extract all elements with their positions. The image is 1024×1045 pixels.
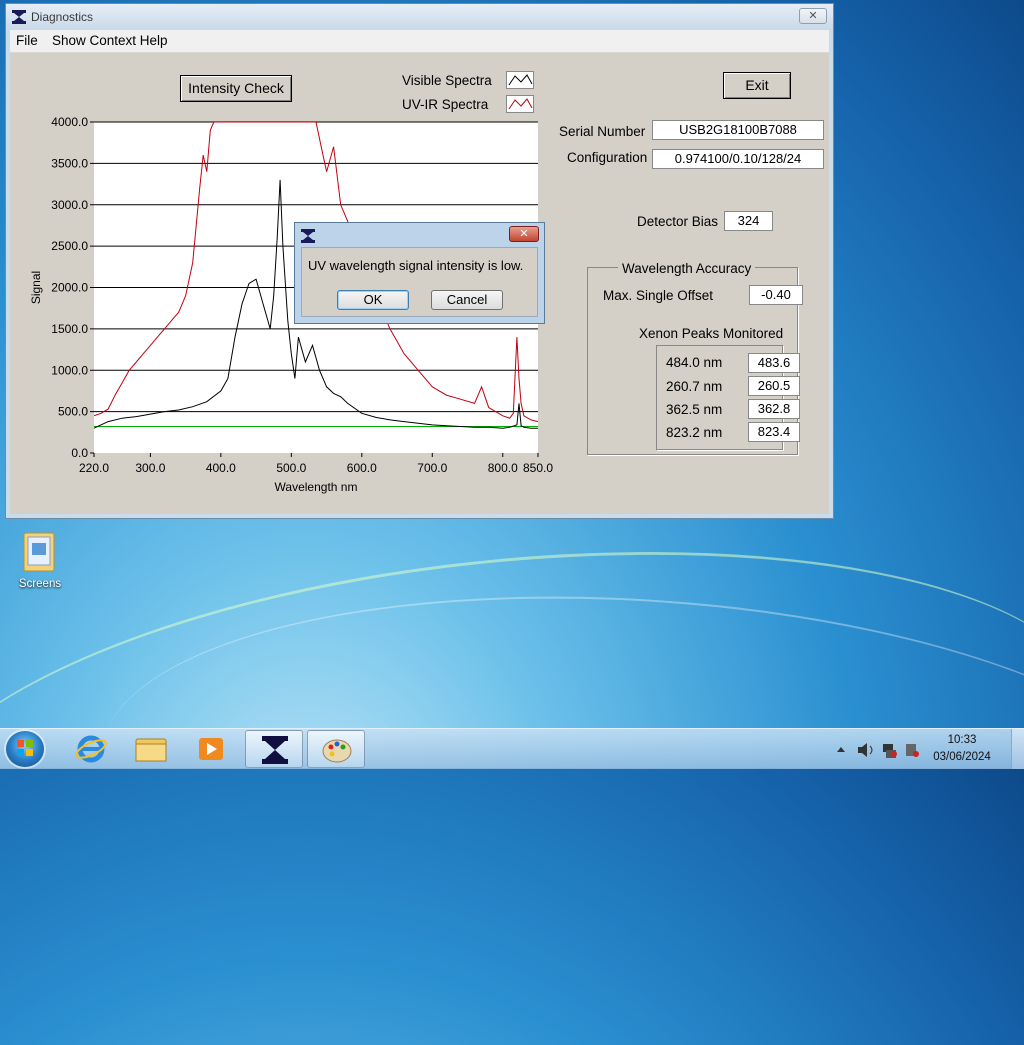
- window-title: Diagnostics: [31, 10, 94, 24]
- internet-explorer-icon: [75, 735, 107, 763]
- wavelength-accuracy-title: Wavelength Accuracy: [618, 261, 756, 276]
- legend-visible-label: Visible Spectra: [402, 73, 492, 88]
- menu-show-context-help[interactable]: Show Context Help: [52, 33, 168, 48]
- x-tick-label: 850.0: [523, 461, 553, 475]
- x-tick-label: 800.0: [488, 461, 518, 475]
- x-tick-label: 400.0: [206, 461, 236, 475]
- peak-nominal-3: 362.5 nm: [666, 402, 723, 417]
- file-explorer-icon: [135, 738, 167, 762]
- dialog-hourglass-icon: [301, 229, 315, 243]
- y-tick-label: 500.0: [58, 405, 88, 419]
- desktop-icon-label: Screens: [18, 578, 62, 590]
- show-desktop-button[interactable]: [1011, 729, 1024, 769]
- max-single-offset-field[interactable]: -0.40: [749, 285, 803, 305]
- paint-palette-icon: [322, 739, 352, 763]
- peak-measured-3[interactable]: 362.8: [748, 399, 800, 419]
- menu-bar: File Show Context Help: [10, 30, 829, 53]
- peak-nominal-4: 823.2 nm: [666, 425, 723, 440]
- peak-nominal-1: 484.0 nm: [666, 355, 723, 370]
- max-single-offset-label: Max. Single Offset: [603, 288, 714, 303]
- legend-visible-swatch: [506, 71, 534, 89]
- peak-measured-2[interactable]: 260.5: [748, 376, 800, 396]
- xenon-peaks-label: Xenon Peaks Monitored: [639, 326, 784, 341]
- legend-uvir-swatch: [506, 95, 534, 113]
- y-tick-label: 2000.0: [51, 281, 88, 295]
- taskbar: 10:33 03/06/2024: [0, 728, 1024, 769]
- taskbar-explorer-button[interactable]: [122, 730, 180, 768]
- peak-measured-4[interactable]: 823.4: [748, 422, 800, 442]
- dialog-cancel-button[interactable]: Cancel: [431, 290, 503, 310]
- intensity-check-button[interactable]: Intensity Check: [180, 75, 292, 102]
- x-tick-label: 220.0: [79, 461, 109, 475]
- x-tick-label: 300.0: [135, 461, 165, 475]
- y-tick-label: 3000.0: [51, 198, 88, 212]
- legend-uvir-label: UV-IR Spectra: [402, 97, 489, 112]
- y-tick-label: 0.0: [71, 446, 88, 460]
- x-tick-label: 600.0: [347, 461, 377, 475]
- start-button[interactable]: [6, 731, 44, 767]
- taskbar-diagnostics-button[interactable]: [245, 730, 303, 768]
- y-tick-label: 1000.0: [51, 363, 88, 377]
- y-tick-label: 4000.0: [51, 115, 88, 129]
- desktop-icon-screens[interactable]: Screens: [14, 527, 66, 590]
- x-tick-label: 700.0: [417, 461, 447, 475]
- media-player-icon: [199, 738, 223, 760]
- folder-icon: [23, 532, 55, 572]
- window-close-button[interactable]: ✕: [799, 8, 827, 24]
- system-tray-icons: [837, 743, 919, 758]
- y-tick-label: 1500.0: [51, 322, 88, 336]
- app-hourglass-icon: [12, 10, 26, 24]
- y-axis-label: Signal: [29, 271, 43, 304]
- peak-nominal-2: 260.7 nm: [666, 379, 723, 394]
- taskbar-media-player-button[interactable]: [182, 730, 240, 768]
- taskbar-paint-button[interactable]: [307, 730, 365, 768]
- intensity-warning-dialog: ✕ UV wavelength signal intensity is low.…: [294, 222, 545, 324]
- dialog-ok-button[interactable]: OK: [337, 290, 409, 310]
- exit-button[interactable]: Exit: [723, 72, 791, 99]
- configuration-label: Configuration: [567, 150, 648, 165]
- y-tick-label: 2500.0: [51, 239, 88, 253]
- peak-measured-1[interactable]: 483.6: [748, 353, 800, 373]
- configuration-field[interactable]: 0.974100/0.10/128/24: [652, 149, 824, 169]
- app-hourglass-icon: [262, 736, 288, 764]
- title-bar[interactable]: Diagnostics ✕: [6, 4, 833, 30]
- y-tick-label: 3500.0: [51, 156, 88, 170]
- taskbar-ie-button[interactable]: [62, 730, 120, 768]
- dialog-message: UV wavelength signal intensity is low.: [308, 258, 524, 273]
- x-axis-label: Wavelength nm: [275, 480, 358, 494]
- detector-bias-label: Detector Bias: [637, 214, 719, 229]
- serial-number-field[interactable]: USB2G18100B7088: [652, 120, 824, 140]
- clock-time[interactable]: 10:33: [927, 734, 997, 746]
- menu-file[interactable]: File: [16, 33, 38, 48]
- windows-logo-icon: [17, 740, 33, 756]
- dialog-body: UV wavelength signal intensity is low. O…: [301, 247, 538, 317]
- dialog-close-button[interactable]: ✕: [509, 226, 539, 242]
- clock-date[interactable]: 03/06/2024: [927, 751, 997, 763]
- x-tick-label: 500.0: [276, 461, 306, 475]
- detector-bias-field[interactable]: 324: [724, 211, 773, 231]
- serial-number-label: Serial Number: [559, 124, 646, 139]
